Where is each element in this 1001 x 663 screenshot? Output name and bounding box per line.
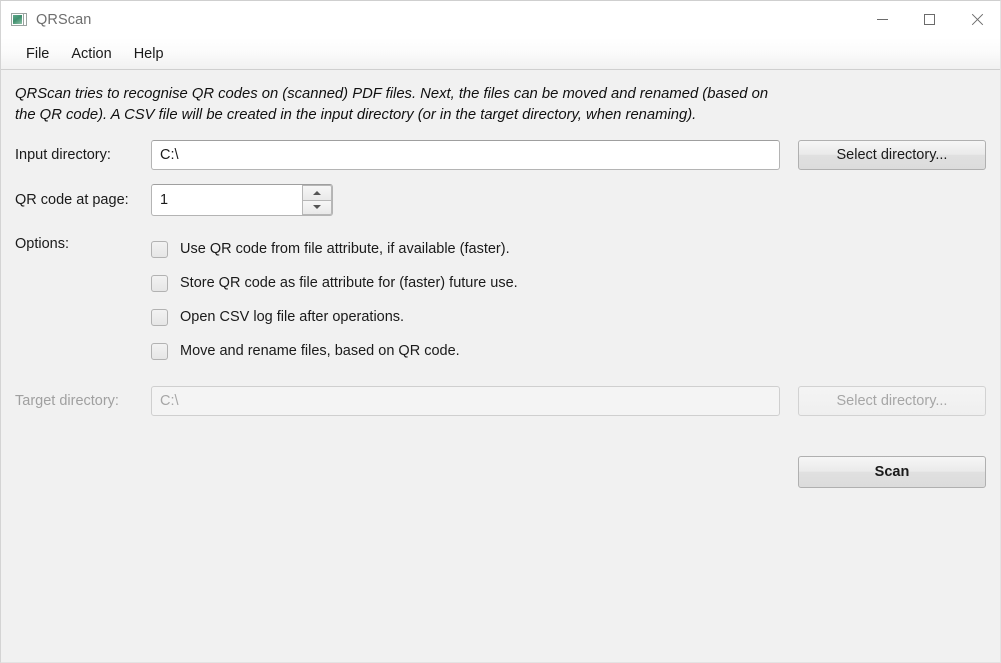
target-directory-row: Target directory: Select directory... [15, 386, 986, 416]
menu-item-help[interactable]: Help [123, 42, 175, 66]
input-select-directory-button[interactable]: Select directory... [798, 140, 986, 170]
options-list: Use QR code from file attribute, if avai… [151, 232, 518, 368]
arrow-up-icon [313, 190, 321, 195]
qr-page-stepper [151, 184, 333, 216]
close-button[interactable] [953, 1, 1000, 38]
option-move-and-rename[interactable]: Move and rename files, based on QR code. [151, 334, 518, 368]
maximize-button[interactable] [906, 1, 953, 38]
app-icon [11, 12, 27, 28]
qr-page-spin-buttons [302, 185, 332, 215]
qr-page-increment-button[interactable] [302, 185, 332, 200]
option-label: Move and rename files, based on QR code. [180, 343, 460, 359]
option-label: Store QR code as file attribute for (fas… [180, 275, 518, 291]
title-bar: QRScan [1, 1, 1000, 38]
app-icon-side-bar [24, 12, 27, 26]
qr-page-decrement-button[interactable] [302, 199, 332, 215]
option-store-qr-attribute[interactable]: Store QR code as file attribute for (fas… [151, 266, 518, 300]
checkbox-icon[interactable] [151, 274, 168, 292]
app-window: QRScan File Action Help QRScan tries to … [0, 0, 1001, 663]
main-content: QRScan tries to recognise QR codes on (s… [1, 70, 1000, 662]
qr-page-row: QR code at page: [15, 184, 986, 216]
description-text: QRScan tries to recognise QR codes on (s… [15, 86, 769, 123]
options-block: Options: Use QR code from file attribute… [15, 232, 986, 368]
arrow-down-icon [313, 205, 321, 210]
qr-page-label: QR code at page: [15, 192, 129, 208]
window-title: QRScan [36, 11, 92, 28]
input-directory-row: Input directory: Select directory... [15, 140, 986, 170]
checkbox-icon[interactable] [151, 240, 168, 258]
menu-bar: File Action Help [1, 38, 1000, 70]
window-controls [859, 1, 1000, 38]
target-directory-field [151, 386, 780, 416]
menu-item-action[interactable]: Action [60, 42, 122, 66]
options-label: Options: [15, 236, 69, 252]
checkbox-icon[interactable] [151, 342, 168, 360]
minimize-button[interactable] [859, 1, 906, 38]
target-select-directory-button: Select directory... [798, 386, 986, 416]
menu-item-file[interactable]: File [15, 42, 60, 66]
scan-row: Scan [15, 456, 986, 488]
option-open-csv-log[interactable]: Open CSV log file after operations. [151, 300, 518, 334]
option-label: Open CSV log file after operations. [180, 309, 405, 325]
input-directory-field[interactable] [151, 140, 780, 170]
target-directory-label: Target directory: [15, 393, 119, 409]
scan-button[interactable]: Scan [798, 456, 986, 488]
input-directory-label: Input directory: [15, 147, 111, 163]
title-bar-left: QRScan [1, 12, 91, 28]
minimize-icon [877, 19, 888, 20]
option-use-qr-attribute[interactable]: Use QR code from file attribute, if avai… [151, 232, 518, 266]
option-label: Use QR code from file attribute, if avai… [180, 241, 510, 257]
app-icon-image [13, 14, 22, 24]
maximize-icon [924, 14, 935, 25]
close-icon [971, 14, 983, 26]
checkbox-icon[interactable] [151, 308, 168, 326]
